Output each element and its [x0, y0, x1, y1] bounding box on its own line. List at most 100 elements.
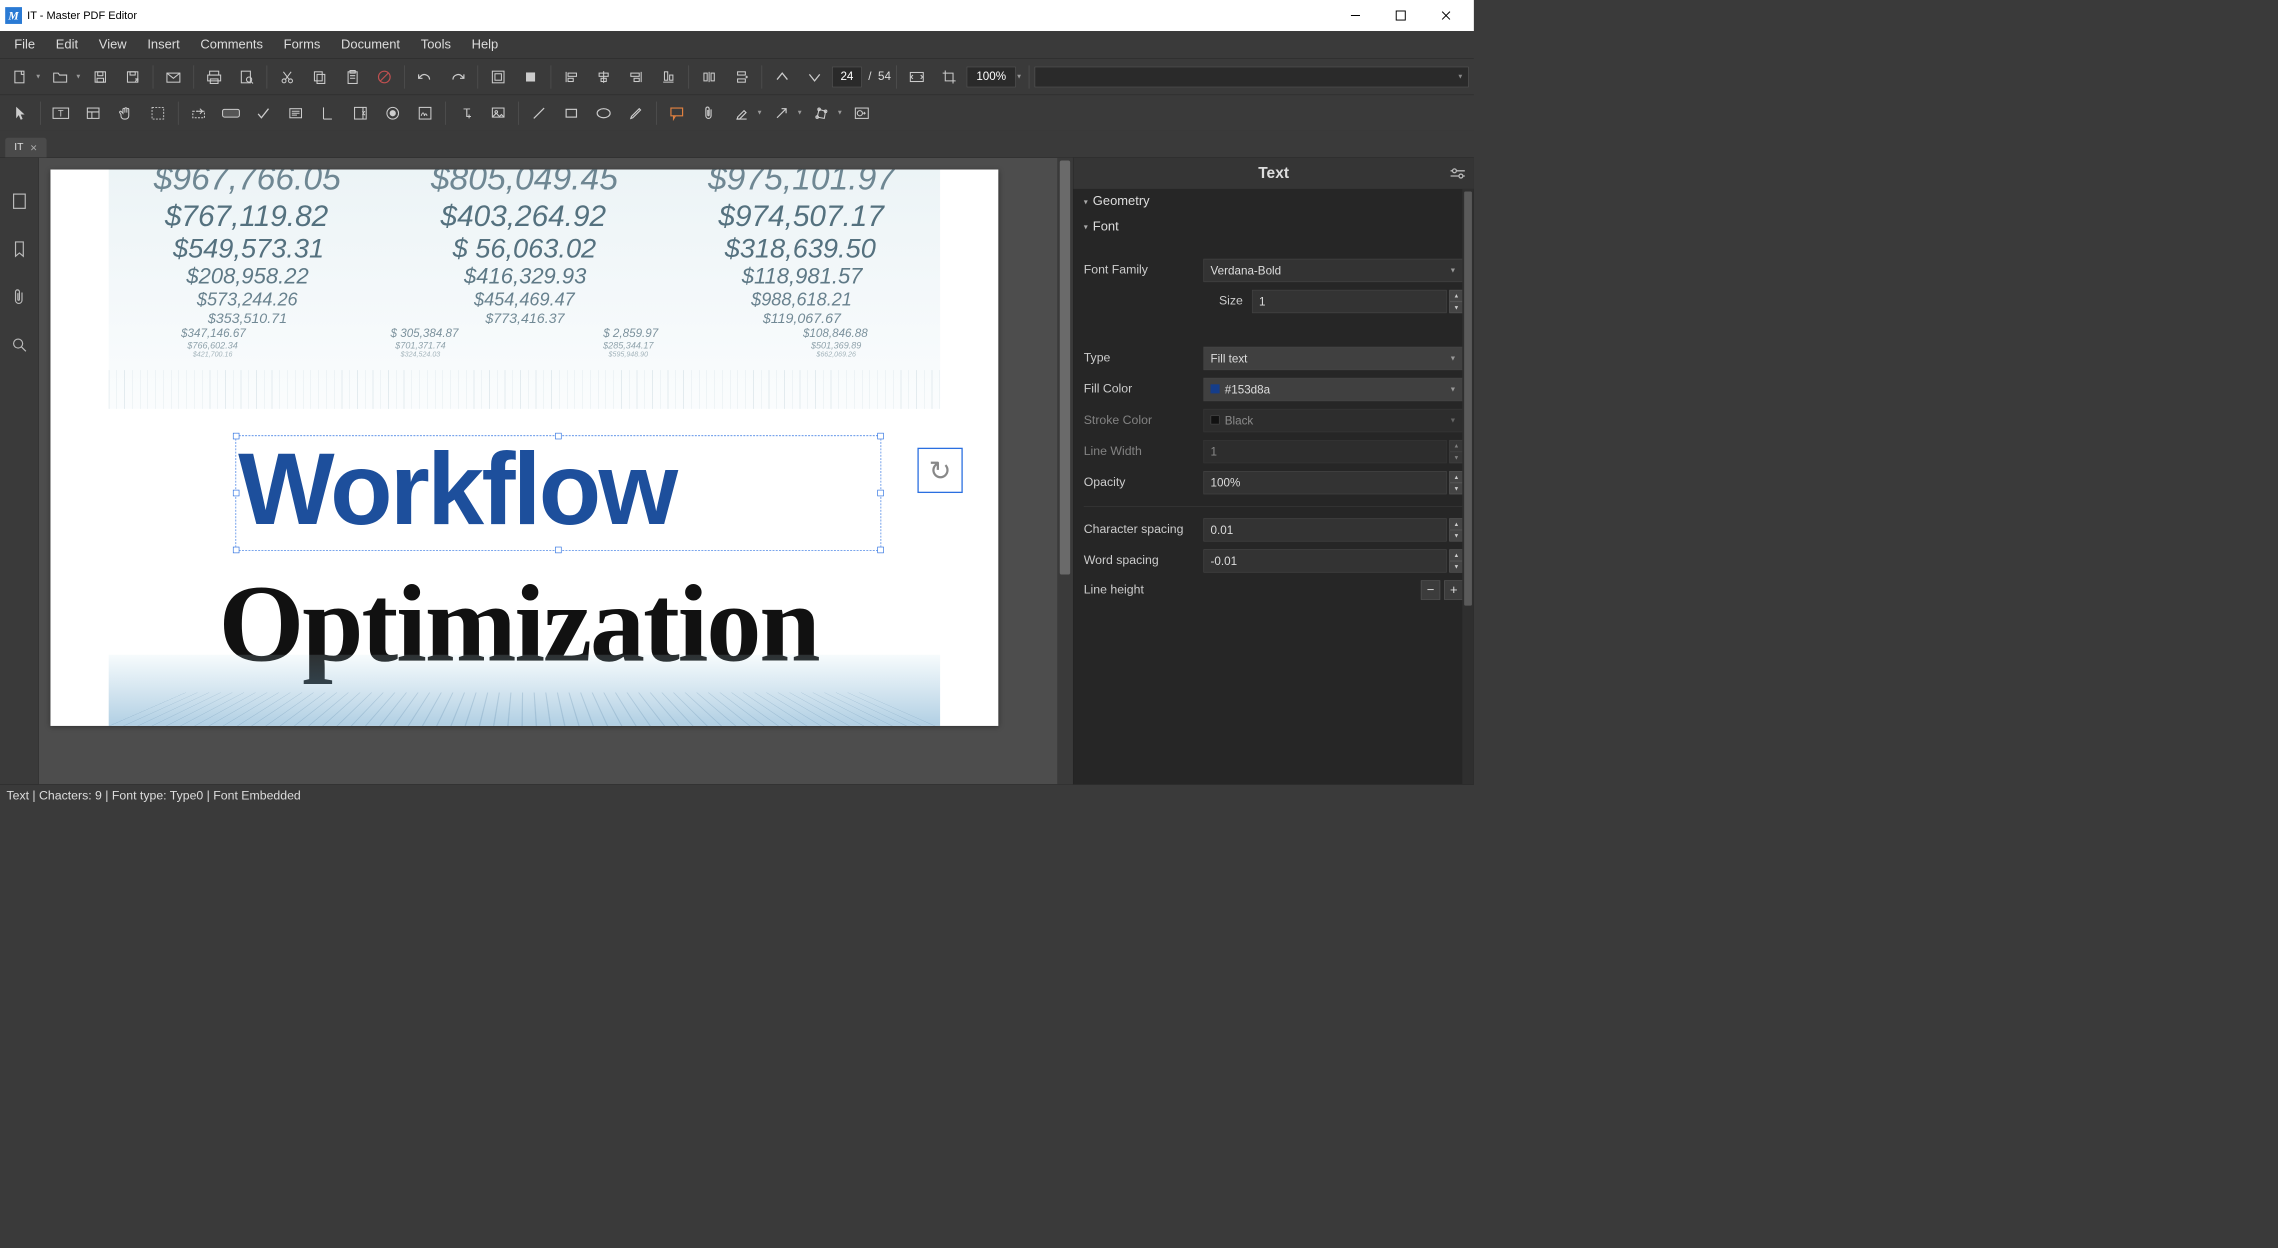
document-canvas[interactable]: $967,766.05$805,049.45$975,101.97 $767,1… — [39, 158, 1073, 784]
menu-insert[interactable]: Insert — [137, 33, 190, 56]
zoom-input[interactable] — [967, 66, 1016, 87]
print-preview-icon[interactable] — [232, 63, 262, 90]
comment-tool-icon[interactable] — [662, 99, 692, 126]
opacity-input[interactable] — [1203, 471, 1446, 494]
minimize-button[interactable] — [1333, 0, 1378, 31]
menu-file[interactable]: File — [4, 33, 46, 56]
new-file-icon[interactable] — [5, 63, 35, 90]
attachments-panel-icon[interactable] — [8, 286, 30, 308]
selected-text-object[interactable]: Workflow — [238, 438, 879, 548]
open-file-dropdown[interactable]: ▼ — [74, 73, 83, 80]
panel-scrollbar[interactable] — [1462, 189, 1474, 784]
menu-comments[interactable]: Comments — [190, 33, 273, 56]
geometry-section[interactable]: ▾Geometry — [1084, 189, 1464, 214]
highlight-dropdown[interactable]: ▼ — [755, 109, 764, 116]
select-tool-icon[interactable] — [5, 99, 35, 126]
attachment-tool-icon[interactable] — [694, 99, 724, 126]
font-section[interactable]: ▾Font — [1084, 214, 1464, 239]
align-center-icon[interactable] — [589, 63, 619, 90]
panel-settings-icon[interactable] — [1449, 168, 1466, 180]
copy-icon[interactable] — [305, 63, 335, 90]
stamp-tool-icon[interactable] — [847, 99, 877, 126]
distribute-v-icon[interactable] — [727, 63, 757, 90]
resize-handle[interactable] — [877, 547, 883, 553]
fit-width-icon[interactable] — [516, 63, 546, 90]
menu-document[interactable]: Document — [331, 33, 411, 56]
resize-handle[interactable] — [233, 547, 239, 553]
cut-icon[interactable] — [272, 63, 302, 90]
save-as-icon[interactable] — [118, 63, 148, 90]
document-tab[interactable]: IT ✕ — [5, 138, 46, 157]
radio-tool-icon[interactable] — [378, 99, 408, 126]
fit-page-icon[interactable] — [483, 63, 513, 90]
undo-icon[interactable] — [410, 63, 440, 90]
maximize-button[interactable] — [1378, 0, 1423, 31]
menu-forms[interactable]: Forms — [273, 33, 330, 56]
line-height-plus[interactable]: + — [1444, 580, 1463, 599]
hand-tool-icon[interactable] — [111, 99, 141, 126]
selection-rect-icon[interactable] — [143, 99, 173, 126]
search-input[interactable] — [1035, 66, 1469, 87]
rectangle-tool-icon[interactable] — [556, 99, 586, 126]
prev-page-icon[interactable] — [767, 63, 797, 90]
type-select[interactable]: Fill text▼ — [1203, 347, 1463, 370]
edit-text-icon[interactable]: T — [46, 99, 76, 126]
text-insert-icon[interactable]: T — [451, 99, 481, 126]
page-number-input[interactable] — [832, 66, 862, 87]
line-height-minus[interactable]: − — [1421, 580, 1440, 599]
new-file-dropdown[interactable]: ▼ — [34, 73, 43, 80]
fill-color-select[interactable]: #153d8a▼ — [1203, 378, 1463, 401]
font-family-select[interactable]: Verdana-Bold▼ — [1203, 259, 1463, 282]
open-file-icon[interactable] — [45, 63, 75, 90]
zoom-dropdown[interactable]: ▼ — [1015, 73, 1024, 80]
close-button[interactable] — [1423, 0, 1468, 31]
resize-handle[interactable] — [555, 547, 561, 553]
link-tool-icon[interactable] — [184, 99, 214, 126]
next-page-icon[interactable] — [800, 63, 830, 90]
polygon-dropdown[interactable]: ▼ — [835, 109, 844, 116]
polygon-tool-icon[interactable] — [807, 99, 837, 126]
menu-help[interactable]: Help — [461, 33, 508, 56]
checkbox-tool-icon[interactable] — [248, 99, 278, 126]
paste-icon[interactable] — [337, 63, 367, 90]
crop-icon[interactable] — [934, 63, 964, 90]
save-icon[interactable] — [85, 63, 115, 90]
menu-tools[interactable]: Tools — [410, 33, 461, 56]
highlight-tool-icon[interactable] — [727, 99, 757, 126]
char-spacing-input[interactable] — [1203, 518, 1446, 541]
size-input[interactable] — [1252, 290, 1447, 313]
arrow-dropdown[interactable]: ▼ — [795, 109, 804, 116]
email-icon[interactable] — [159, 63, 189, 90]
align-bottom-icon[interactable] — [653, 63, 683, 90]
distribute-h-icon[interactable] — [694, 63, 724, 90]
pencil-tool-icon[interactable] — [621, 99, 651, 126]
combobox-tool-icon[interactable] — [345, 99, 375, 126]
signature-tool-icon[interactable] — [410, 99, 440, 126]
ellipse-tool-icon[interactable] — [589, 99, 619, 126]
thumbnails-panel-icon[interactable] — [8, 190, 30, 212]
prohibit-icon[interactable] — [369, 63, 399, 90]
search-panel-icon[interactable] — [8, 334, 30, 356]
edit-form-icon[interactable] — [78, 99, 108, 126]
word-spacing-input[interactable] — [1203, 549, 1446, 572]
menu-edit[interactable]: Edit — [45, 33, 88, 56]
arrow-tool-icon[interactable] — [767, 99, 797, 126]
line-tool-icon[interactable] — [524, 99, 554, 126]
canvas-scrollbar[interactable] — [1057, 158, 1073, 784]
button-tool-icon[interactable] — [216, 99, 246, 126]
rotate-handle-icon[interactable]: ↻ — [917, 448, 962, 493]
align-left-icon[interactable] — [556, 63, 586, 90]
redo-icon[interactable] — [443, 63, 473, 90]
image-insert-icon[interactable] — [483, 99, 513, 126]
listbox-tool-icon[interactable] — [313, 99, 343, 126]
textfield-tool-icon[interactable] — [281, 99, 311, 126]
actual-size-icon[interactable] — [902, 63, 932, 90]
print-icon[interactable] — [199, 63, 229, 90]
menu-view[interactable]: View — [88, 33, 137, 56]
bookmarks-panel-icon[interactable] — [8, 238, 30, 260]
align-right-icon[interactable] — [621, 63, 651, 90]
scrollbar-thumb[interactable] — [1464, 192, 1472, 606]
tab-close-icon[interactable]: ✕ — [30, 142, 38, 153]
search-dropdown[interactable]: ▼ — [1457, 73, 1463, 80]
scrollbar-thumb[interactable] — [1060, 160, 1070, 574]
